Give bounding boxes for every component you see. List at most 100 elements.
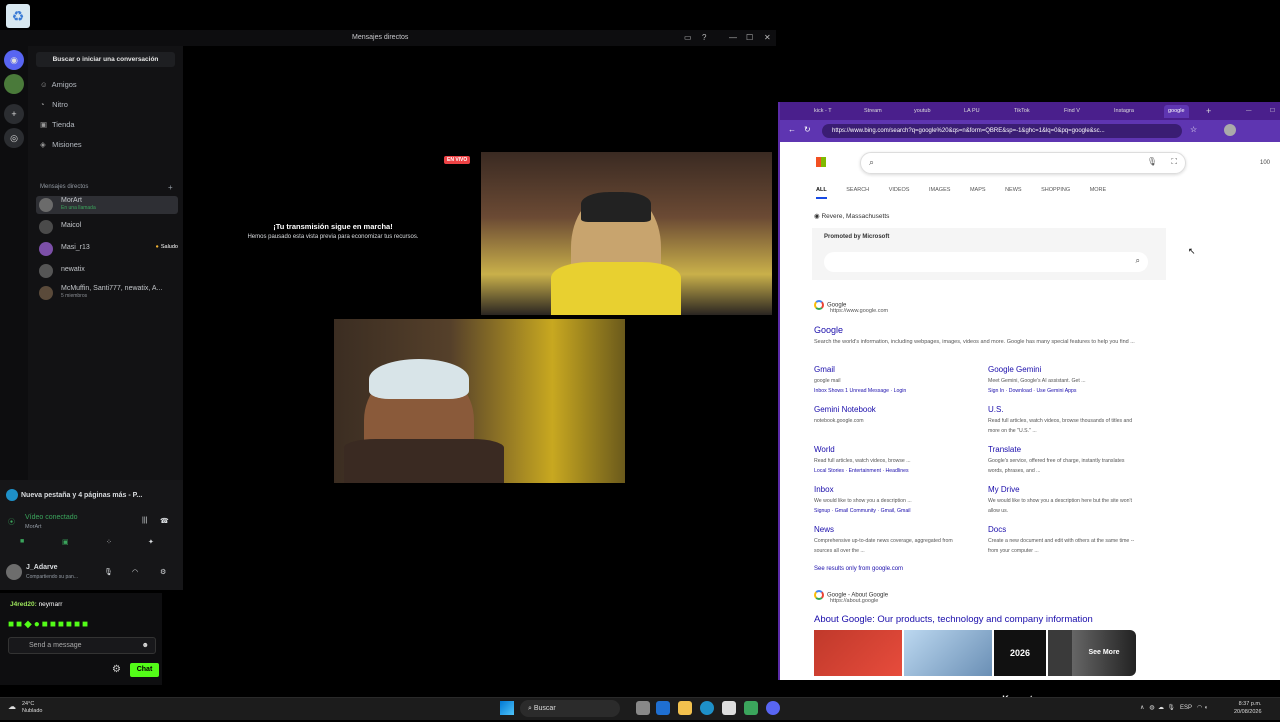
spotify-icon[interactable] [744,701,758,715]
refresh-icon[interactable]: ↻ [804,125,811,134]
network-icon[interactable]: ◍ [1149,705,1154,711]
dm-item[interactable]: Maicol [36,218,178,236]
dm-item[interactable]: newatix [36,262,178,280]
widgets-icon[interactable] [656,701,670,715]
dm-item[interactable]: McMuffin, Santi777, newatix, A... 5 miem… [36,284,178,302]
search-input[interactable]: ⌕ 🎙 ⛶ [860,152,1186,174]
avatar[interactable] [6,564,22,580]
chat-send-button[interactable]: Chat [130,663,159,677]
activities-icon[interactable]: ⁘ [106,538,112,546]
edge-icon[interactable] [700,701,714,715]
see-more-button[interactable]: See More [1072,630,1136,676]
wifi-icon[interactable]: ◠ [1197,705,1202,711]
emoji-icon[interactable]: ☻ [142,638,149,653]
notification-item[interactable]: Nueva pestaña y 4 páginas más - P... [6,489,142,501]
tab-more[interactable]: MORE [1090,187,1107,193]
emote-row[interactable]: ■■◆●■■■■■■ [8,619,90,630]
inbox-icon[interactable]: ▭ [684,33,692,42]
sublink-title[interactable]: Gemini Notebook [814,405,876,414]
recycle-bin-icon[interactable]: ♻ [6,4,30,28]
settings-icon[interactable]: ⚙ [160,568,166,576]
chat-input[interactable]: Send a message ☻ [8,637,156,654]
dm-item[interactable]: Masi_r13 Saludo [36,240,178,258]
help-icon[interactable]: ? [702,33,706,42]
nav-nitro[interactable]: ◔ Nitro [40,100,68,109]
start-icon[interactable] [500,701,514,715]
discover-icon[interactable]: ◎ [4,128,24,148]
camera-icon[interactable]: ■ [20,538,24,545]
tab[interactable]: kick - T [814,105,832,118]
nav-quests[interactable]: ◈ Misiones [40,140,82,149]
webcam-feed-2[interactable] [334,319,625,483]
settings-icon[interactable]: ⚙ [112,664,121,675]
tab[interactable]: LA PU [964,105,980,118]
back-icon[interactable]: ← [788,125,796,134]
clock[interactable]: 8:37 p.m. 20/08/2026 [1234,700,1262,716]
sublink-title[interactable]: My Drive [988,485,1020,494]
weather-widget[interactable]: ☁ 24°C Nublado [8,701,43,715]
result-source[interactable]: Google - About Google https://about.googl… [814,590,888,604]
tab-maps[interactable]: MAPS [970,187,986,193]
task-view-icon[interactable] [636,701,650,715]
search-icon[interactable]: ⌕ [1136,256,1140,266]
sublink-title[interactable]: Google Gemini [988,365,1041,374]
sublink-links[interactable]: Inbox Shows 1 Unread Message · Login [814,388,906,394]
sublink-title[interactable]: Docs [988,525,1006,534]
tab[interactable]: TikTok [1014,105,1030,118]
sublink-links[interactable]: Sign In · Download · Use Gemini Apps [988,388,1077,394]
discord-icon[interactable] [766,701,780,715]
minimize-icon[interactable]: — [1246,105,1252,118]
visual-search-icon[interactable]: ⛶ [1171,157,1177,167]
tab-videos[interactable]: VIDEOS [889,187,910,193]
result-title[interactable]: About Google: Our products, technology a… [814,614,1093,625]
sublink-title[interactable]: Inbox [814,485,834,494]
location[interactable]: ◉ Revere, Massachusetts [814,212,889,220]
tab[interactable]: Find V [1064,105,1080,118]
sublink-links[interactable]: Signup · Gmail Community · Gmail, Gmail [814,508,911,514]
see-results-link[interactable]: See results only from google.com [814,566,903,572]
tab-active[interactable]: google [1164,105,1189,118]
minimize-icon[interactable]: — [729,33,737,42]
noise-suppression-icon[interactable]: ||| [142,517,147,524]
tab-shopping[interactable]: SHOPPING [1041,187,1070,193]
mic-icon[interactable]: 🎙 [104,568,113,576]
maximize-icon[interactable]: ☐ [1270,105,1275,118]
image-thumbnail[interactable] [1048,630,1072,676]
taskbar-search[interactable]: ⌕ Buscar [520,700,620,717]
result-source[interactable]: Google https://www.google.com [814,300,888,314]
new-dm-icon[interactable]: + [168,183,173,192]
discord-home-icon[interactable]: ◉ [4,50,24,70]
sublink-title[interactable]: Translate [988,445,1021,454]
tab[interactable]: youtub [914,105,931,118]
dm-item[interactable]: MorArt En una llamada [36,196,178,214]
headphones-icon[interactable]: ◠ [132,568,138,576]
microsoft-logo[interactable] [816,157,826,167]
sublink-title[interactable]: Gmail [814,365,835,374]
onedrive-icon[interactable]: ☁ [1158,705,1164,711]
server-icon[interactable] [4,74,24,94]
search-button[interactable]: Buscar o iniciar una conversación [36,52,175,67]
screen-share-icon[interactable]: ▣ [62,538,69,546]
webcam-feed-1[interactable] [481,152,772,315]
tab[interactable]: Instagra [1114,105,1134,118]
sublink-title[interactable]: U.S. [988,405,1004,414]
rewards-points[interactable]: 100 [1260,160,1270,166]
nav-shop[interactable]: ▣ Tienda [40,120,75,129]
nav-friends[interactable]: ☺ Amigos [40,80,77,89]
url-input[interactable]: https://www.bing.com/search?q=google%20&… [822,124,1182,138]
maximize-icon[interactable]: ☐ [746,33,753,42]
chat-username[interactable]: J4red20: [10,601,37,608]
mic-icon[interactable]: 🎙 [1147,157,1157,166]
soundboard-icon[interactable]: ✦ [148,538,154,546]
result-title[interactable]: Google [814,325,843,335]
lang-indicator[interactable]: ESP [1180,705,1192,711]
new-tab-icon[interactable]: + [1206,105,1211,118]
mic-icon[interactable]: 🎙 [1167,705,1175,711]
image-thumbnail[interactable] [904,630,992,676]
promoted-search-input[interactable]: ⌕ [824,252,1148,272]
wave-badge[interactable]: Saludo [156,244,178,250]
tab-search[interactable]: SEARCH [846,187,869,193]
tab-images[interactable]: IMAGES [929,187,950,193]
add-server-icon[interactable]: + [4,104,24,124]
sublink-title[interactable]: News [814,525,834,534]
